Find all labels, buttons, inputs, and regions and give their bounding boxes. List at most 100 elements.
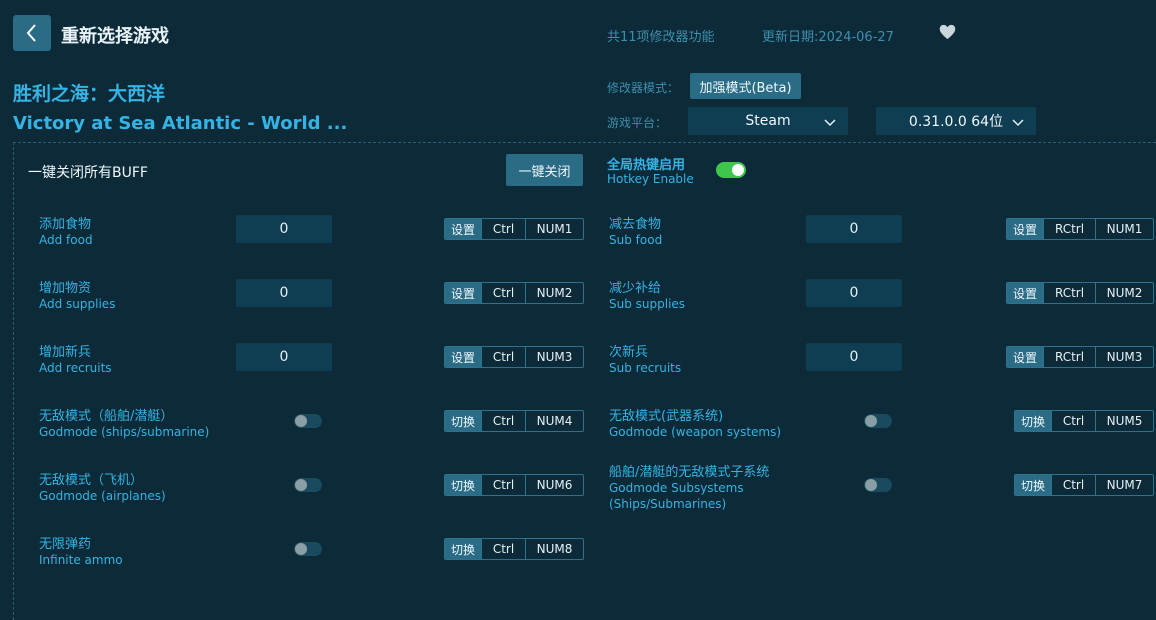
key-mod: Ctrl	[481, 539, 525, 559]
option-label-cn: 次新兵	[609, 345, 649, 360]
hotkey-godmode-airplanes[interactable]: 切换 Ctrl NUM6	[444, 474, 584, 496]
godmode-ships-toggle[interactable]	[294, 414, 322, 428]
toggle-button[interactable]: 切换	[1015, 475, 1051, 495]
hotkey-sub-food[interactable]: 设置 RCtrl NUM1	[1006, 218, 1154, 240]
key-main: NUM2	[1095, 283, 1153, 303]
option-sub-recruits: 次新兵 Sub recruits	[609, 341, 681, 376]
set-button[interactable]: 设置	[445, 347, 481, 367]
chevron-left-icon	[26, 24, 36, 42]
option-label-en: Sub supplies	[609, 297, 686, 311]
hotkey-label-cn: 全局热键启用	[607, 158, 686, 173]
platform-select[interactable]: Steam	[688, 107, 848, 135]
option-label-en: Godmode (airplanes)	[39, 489, 166, 503]
sub-supplies-input[interactable]	[806, 279, 902, 307]
key-main: NUM5	[1095, 411, 1153, 431]
godmode-subsystems-toggle[interactable]	[864, 478, 892, 492]
key-mod: Ctrl	[481, 219, 525, 239]
version-value: 0.31.0.0 64位	[908, 114, 1004, 130]
hotkey-sub-recruits[interactable]: 设置 RCtrl NUM3	[1006, 346, 1154, 368]
option-add-food: 添加食物 Add food	[39, 213, 93, 248]
toggle-button[interactable]: 切换	[445, 475, 481, 495]
game-title-en: Victory at Sea Atlantic - World ...	[13, 113, 348, 134]
feature-count: 共11项修改器功能	[607, 30, 715, 45]
key-mod: Ctrl	[481, 347, 525, 367]
heart-icon[interactable]	[939, 24, 956, 44]
option-label-cn: 增加新兵	[39, 345, 92, 360]
set-button[interactable]: 设置	[445, 219, 481, 239]
sub-recruits-input[interactable]	[806, 343, 902, 371]
hotkey-infinite-ammo[interactable]: 切换 Ctrl NUM8	[444, 538, 584, 560]
key-main: NUM8	[525, 539, 583, 559]
hotkey-add-supplies[interactable]: 设置 Ctrl NUM2	[444, 282, 584, 304]
add-supplies-input[interactable]	[236, 279, 332, 307]
option-label-cn: 无敌模式（飞机）	[39, 473, 144, 488]
key-mod: Ctrl	[1051, 475, 1095, 495]
key-main: NUM3	[525, 347, 583, 367]
key-main: NUM6	[525, 475, 583, 495]
option-label-en: Add supplies	[39, 297, 116, 311]
page-title: 重新选择游戏	[61, 26, 169, 47]
toggle-button[interactable]: 切换	[445, 539, 481, 559]
platform-label: 游戏平台：	[607, 116, 668, 130]
option-label-en: Godmode (weapon systems)	[609, 425, 782, 439]
close-all-button[interactable]: 一键关闭	[506, 154, 583, 186]
buff-label: 一键关闭所有BUFF	[28, 165, 148, 181]
option-label-cn: 无限弹药	[39, 537, 92, 552]
hotkey-add-food[interactable]: 设置 Ctrl NUM1	[444, 218, 584, 240]
option-infinite-ammo: 无限弹药 Infinite ammo	[39, 533, 123, 568]
option-godmode-airplanes: 无敌模式（飞机） Godmode (airplanes)	[39, 469, 166, 504]
chevron-down-icon	[824, 119, 836, 127]
platform-value: Steam	[745, 113, 791, 129]
option-sub-food: 减去食物 Sub food	[609, 213, 662, 248]
chevron-down-icon	[1012, 119, 1024, 127]
add-recruits-input[interactable]	[236, 343, 332, 371]
set-button[interactable]: 设置	[1007, 347, 1043, 367]
hotkey-toggle[interactable]	[716, 162, 746, 178]
mode-button[interactable]: 加强模式(Beta)	[690, 73, 801, 99]
option-label-cn: 无敌模式（船舶/潜艇）	[39, 409, 174, 424]
option-label-cn: 无敌模式(武器系统)	[609, 409, 724, 424]
option-label-cn: 减去食物	[609, 217, 662, 232]
update-date: 更新日期:2024-06-27	[762, 30, 894, 45]
back-button[interactable]	[13, 15, 51, 51]
godmode-airplanes-toggle[interactable]	[294, 478, 322, 492]
option-sub-supplies: 减少补给 Sub supplies	[609, 277, 685, 312]
option-label-en-2: (Ships/Submarines)	[609, 497, 727, 511]
key-main: NUM2	[525, 283, 583, 303]
hotkey-godmode-ships[interactable]: 切换 Ctrl NUM4	[444, 410, 584, 432]
option-label-en: Godmode Subsystems	[609, 481, 744, 495]
option-label-cn: 减少补给	[609, 281, 662, 296]
key-mod: Ctrl	[481, 411, 525, 431]
key-mod: Ctrl	[481, 283, 525, 303]
hotkey-add-recruits[interactable]: 设置 Ctrl NUM3	[444, 346, 584, 368]
key-main: NUM7	[1095, 475, 1153, 495]
game-title-cn: 胜利之海：大西洋	[13, 83, 166, 105]
option-godmode-subsystems: 船舶/潜艇的无敌模式子系统 Godmode Subsystems (Ships/…	[609, 461, 769, 512]
set-button[interactable]: 设置	[1007, 283, 1043, 303]
key-mod: RCtrl	[1043, 219, 1095, 239]
option-label-cn: 增加物资	[39, 281, 92, 296]
key-mod: Ctrl	[1051, 411, 1095, 431]
add-food-input[interactable]	[236, 215, 332, 243]
toggle-button[interactable]: 切换	[1015, 411, 1051, 431]
key-main: NUM1	[1095, 219, 1153, 239]
version-select[interactable]: 0.31.0.0 64位	[876, 107, 1036, 135]
option-label-en: Infinite ammo	[39, 553, 123, 567]
hotkey-godmode-subsystems[interactable]: 切换 Ctrl NUM7	[1014, 474, 1154, 496]
option-label-en: Add food	[39, 233, 93, 247]
option-add-supplies: 增加物资 Add supplies	[39, 277, 115, 312]
infinite-ammo-toggle[interactable]	[294, 542, 322, 556]
hotkey-godmode-weapons[interactable]: 切换 Ctrl NUM5	[1014, 410, 1154, 432]
mode-label: 修改器模式：	[607, 81, 680, 95]
key-main: NUM4	[525, 411, 583, 431]
set-button[interactable]: 设置	[445, 283, 481, 303]
sub-food-input[interactable]	[806, 215, 902, 243]
option-label-en: Add recruits	[39, 361, 112, 375]
hotkey-sub-supplies[interactable]: 设置 RCtrl NUM2	[1006, 282, 1154, 304]
key-mod: RCtrl	[1043, 347, 1095, 367]
option-godmode-ships: 无敌模式（船舶/潜艇） Godmode (ships/submarine)	[39, 405, 209, 440]
set-button[interactable]: 设置	[1007, 219, 1043, 239]
godmode-weapons-toggle[interactable]	[864, 414, 892, 428]
option-label-en: Sub recruits	[609, 361, 682, 375]
toggle-button[interactable]: 切换	[445, 411, 481, 431]
